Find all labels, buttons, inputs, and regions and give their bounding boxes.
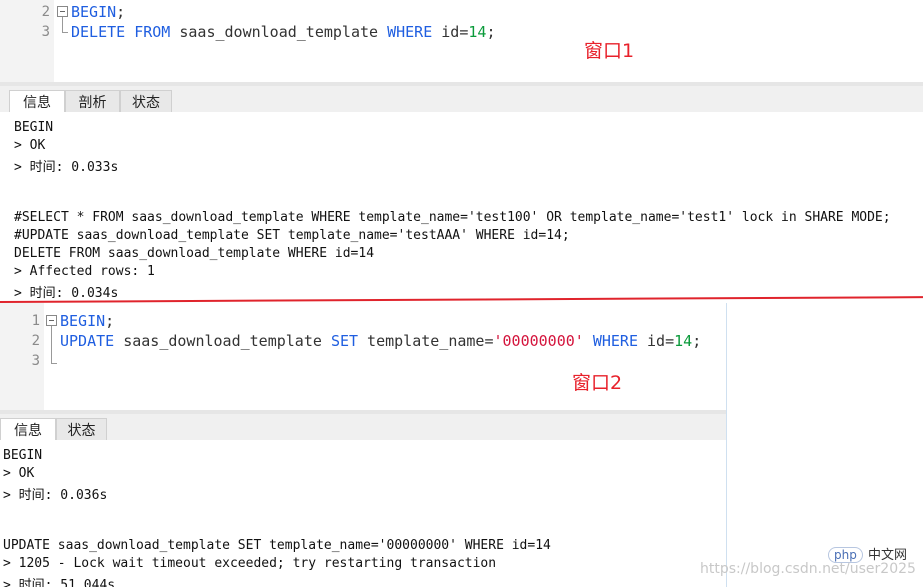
fold-guide-end bbox=[62, 32, 68, 33]
output-line: > OK bbox=[14, 138, 46, 153]
output-line: > Affected rows: 1 bbox=[14, 264, 155, 279]
line-number: 3 bbox=[41, 24, 50, 40]
code-line: DELETE FROM saas_download_template WHERE… bbox=[71, 23, 495, 41]
code-token: UPDATE bbox=[60, 332, 115, 350]
code-token: ; bbox=[116, 3, 126, 21]
code-token: ; bbox=[486, 23, 496, 41]
line-number: 2 bbox=[41, 4, 50, 20]
output-line: #SELECT * FROM saas_download_template WH… bbox=[14, 210, 891, 225]
fold-toggle-icon[interactable] bbox=[46, 315, 57, 326]
window-label-1: 窗口1 bbox=[584, 40, 635, 62]
sql-editor-1[interactable]: 2 BEGIN; 3 DELETE FROM saas_download_templa… bbox=[0, 0, 923, 82]
window-label-2: 窗口2 bbox=[572, 372, 623, 394]
tab-info[interactable]: 信息 bbox=[0, 418, 56, 442]
code-token: id= bbox=[638, 332, 675, 350]
code-token: ; bbox=[692, 332, 702, 350]
code-token: BEGIN bbox=[71, 3, 117, 21]
message-output-1: BEGIN > OK > 时间: 0.033s #SELECT * FROM saas… bbox=[0, 112, 923, 303]
tab-status[interactable]: 状态 bbox=[120, 90, 172, 114]
result-tabs-1: 信息 剖析 状态 bbox=[0, 82, 923, 116]
result-tabs-2: 信息 状态 bbox=[0, 410, 726, 444]
output-line: UPDATE saas_download_template SET templa… bbox=[3, 538, 551, 553]
code-token: SET bbox=[330, 332, 359, 350]
line-number: 1 bbox=[31, 313, 40, 329]
code-token: ; bbox=[105, 312, 115, 330]
query-window-2: 1 BEGIN; 2 UPDATE saas_download_template SE… bbox=[0, 303, 727, 587]
code-token: WHERE bbox=[387, 23, 433, 41]
code-token: 14 bbox=[468, 23, 487, 41]
output-line: #UPDATE saas_download_template SET templ… bbox=[14, 228, 570, 243]
code-token: saas_download_template bbox=[114, 332, 331, 350]
output-line: > 时间: 0.033s bbox=[14, 160, 119, 175]
code-token: 14 bbox=[674, 332, 693, 350]
fold-guide bbox=[62, 17, 63, 32]
output-line: > 时间: 0.034s bbox=[14, 286, 119, 301]
tab-profile[interactable]: 剖析 bbox=[65, 90, 120, 114]
code-token: BEGIN bbox=[60, 312, 106, 330]
code-token: saas_download_template bbox=[170, 23, 388, 41]
output-line: BEGIN bbox=[14, 120, 54, 135]
code-line: UPDATE saas_download_template SET templa… bbox=[60, 332, 701, 350]
query-window-1: 2 BEGIN; 3 DELETE FROM saas_download_templa… bbox=[0, 0, 923, 303]
code-line: BEGIN; bbox=[60, 312, 114, 330]
tab-status[interactable]: 状态 bbox=[56, 418, 107, 442]
message-output-2: BEGIN > OK > 时间: 0.036s UPDATE saas_downloa… bbox=[0, 440, 726, 587]
output-line: DELETE FROM saas_download_template WHERE… bbox=[14, 246, 375, 261]
line-number: 3 bbox=[31, 353, 40, 369]
output-line: > 时间: 51.044s bbox=[3, 578, 116, 587]
output-line: > OK bbox=[3, 466, 35, 481]
fold-guide bbox=[51, 326, 52, 363]
watermark-url: https://blog.csdn.net/user2025 bbox=[700, 561, 916, 577]
output-line: > 时间: 0.036s bbox=[3, 488, 108, 503]
code-token: id= bbox=[432, 23, 469, 41]
fold-guide-end bbox=[51, 363, 57, 364]
fold-toggle-icon[interactable] bbox=[57, 6, 68, 17]
code-line: BEGIN; bbox=[71, 3, 125, 21]
tab-info[interactable]: 信息 bbox=[9, 90, 65, 114]
output-line: > 1205 - Lock wait timeout exceeded; try… bbox=[3, 556, 497, 571]
code-token: template_name= bbox=[358, 332, 494, 350]
line-number: 2 bbox=[31, 333, 40, 349]
code-token: WHERE bbox=[592, 332, 638, 350]
output-line: BEGIN bbox=[3, 448, 43, 463]
code-token: DELETE FROM bbox=[71, 23, 171, 41]
code-token: '00000000' bbox=[493, 332, 584, 350]
sql-editor-2[interactable]: 1 BEGIN; 2 UPDATE saas_download_template SE… bbox=[0, 303, 726, 410]
